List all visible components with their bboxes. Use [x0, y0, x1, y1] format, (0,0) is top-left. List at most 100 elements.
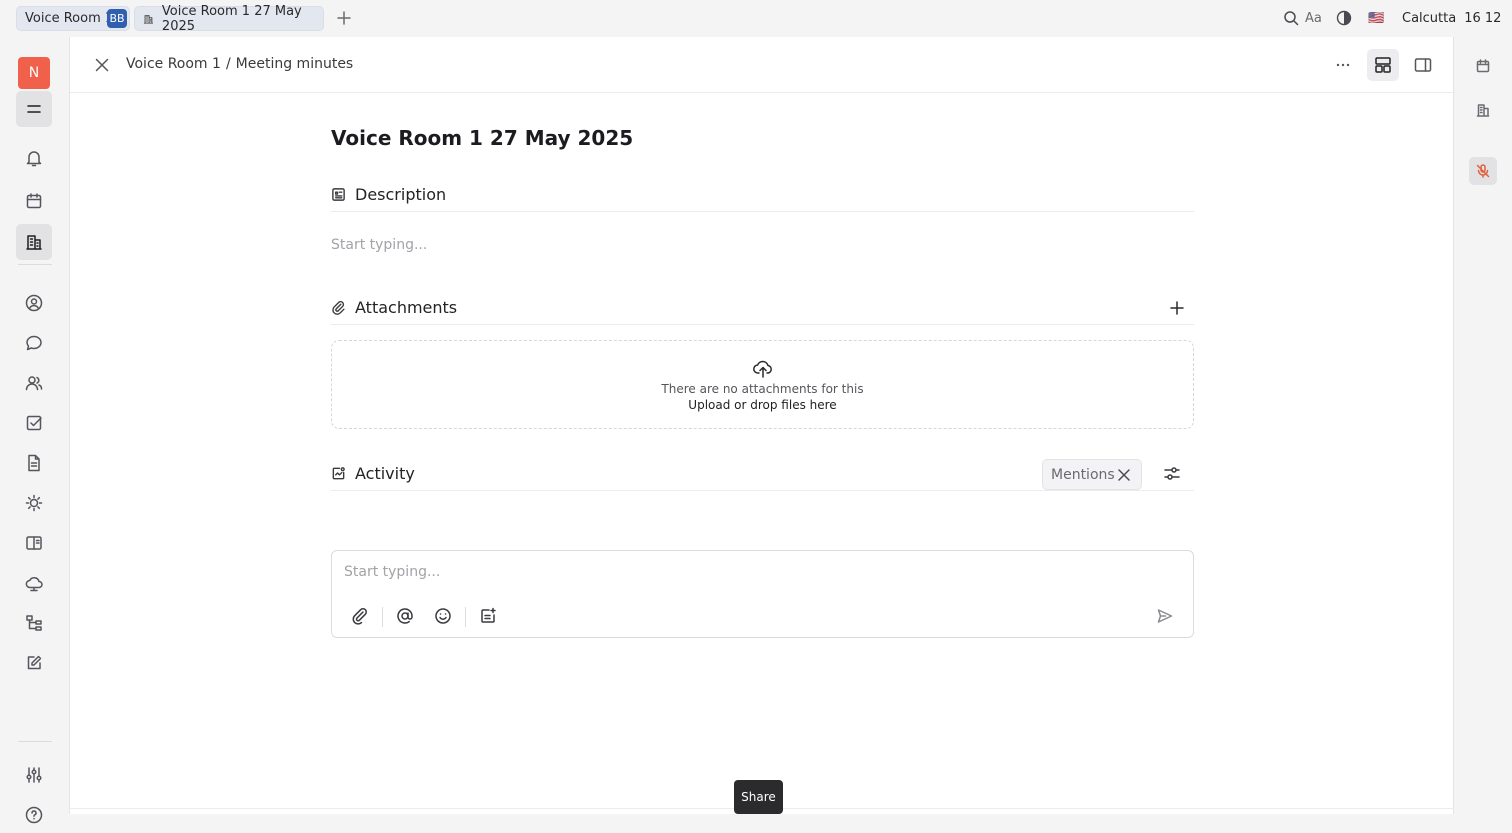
menu-button[interactable] — [16, 91, 52, 127]
paperclip-icon — [352, 608, 367, 625]
filter-settings-icon[interactable] — [1163, 465, 1181, 483]
upload-link[interactable]: Upload or drop files here — [332, 397, 1193, 413]
add-object-icon — [481, 607, 496, 623]
remove-filter-icon[interactable] — [1116, 467, 1132, 483]
smiley-icon — [435, 608, 451, 624]
layout-view-button[interactable] — [1367, 49, 1399, 81]
office-icon — [26, 235, 42, 250]
microphone-toggle[interactable] — [1469, 157, 1497, 185]
calendar-icon — [1476, 59, 1490, 73]
paperclip-icon — [332, 301, 345, 315]
world-clock[interactable]: Calcutta 16 12 — [1402, 0, 1501, 36]
activity-title: Activity — [355, 464, 415, 483]
sidebar-item-settings[interactable] — [16, 757, 52, 793]
sidebar-item-hierarchy[interactable] — [16, 605, 52, 641]
tab-label: Voice Room 1 — [25, 11, 114, 26]
side-panel-toggle[interactable] — [1407, 49, 1439, 81]
people-icon — [25, 376, 43, 391]
comment-input[interactable]: Start typing... — [344, 564, 440, 580]
send-button[interactable] — [1154, 605, 1176, 627]
office-icon — [1476, 104, 1490, 117]
sidebar-item-chat[interactable] — [16, 325, 52, 361]
sidebar-item-contacts[interactable] — [16, 285, 52, 321]
menu-icon — [27, 105, 41, 113]
calendar-icon — [26, 193, 42, 209]
checkbox-icon — [26, 415, 42, 431]
search-button[interactable] — [1283, 0, 1299, 36]
mic-off-icon — [1476, 164, 1490, 178]
description-icon — [332, 188, 345, 201]
more-icon — [1336, 63, 1350, 67]
sidebar-item-office[interactable] — [16, 224, 52, 260]
insert-object-button[interactable] — [477, 605, 499, 627]
no-attachments-text: There are no attachments for this — [661, 382, 864, 396]
sidebar-item-help[interactable] — [16, 797, 52, 833]
top-bar: Voice Room 1 BB Voice Room 1 27 May 2025… — [0, 0, 1512, 36]
breadcrumb: Voice Room 1 / Meeting minutes — [126, 56, 353, 72]
breadcrumb-room[interactable]: Voice Room 1 — [126, 56, 221, 72]
right-office-button[interactable] — [1469, 96, 1497, 124]
layout-icon — [1375, 57, 1391, 73]
add-tab-icon[interactable] — [336, 10, 352, 26]
description-title: Description — [355, 185, 447, 204]
sidebar-divider — [18, 264, 52, 265]
attach-file-button[interactable] — [349, 605, 371, 627]
tree-icon — [26, 615, 42, 631]
comment-editor[interactable]: Start typing... — [331, 550, 1194, 638]
toolbar-divider — [465, 607, 466, 627]
mentions-label: Mentions — [1051, 466, 1115, 483]
attachments-title: Attachments — [355, 298, 458, 317]
attachments-dropzone[interactable]: There are no attachments for this Upload… — [331, 340, 1194, 429]
sidebar-item-notifications[interactable] — [16, 140, 52, 176]
send-icon — [1157, 609, 1173, 623]
tab-voice-room[interactable]: Voice Room 1 BB — [16, 6, 130, 31]
sidebar-item-drive[interactable] — [16, 565, 52, 601]
share-tooltip: Share — [734, 780, 783, 814]
office-icon — [143, 14, 154, 24]
tab-meeting-minutes[interactable]: Voice Room 1 27 May 2025 — [134, 3, 324, 34]
sidebar-item-calendar[interactable] — [16, 183, 52, 219]
clock-time: 16 12 — [1464, 10, 1502, 26]
edit-icon — [27, 655, 42, 670]
document-icon — [28, 454, 40, 472]
theme-toggle[interactable] — [1336, 0, 1352, 36]
description-input[interactable]: Start typing... — [331, 237, 427, 253]
sidebar-item-people[interactable] — [16, 365, 52, 401]
upload-cloud-icon — [752, 360, 772, 378]
font-size-button[interactable]: Aa — [1305, 0, 1322, 36]
sidebar-item-documents[interactable] — [16, 445, 52, 481]
main-panel: Voice Room 1 / Meeting minutes Voice Roo… — [69, 37, 1455, 814]
activity-section-header: Activity Mentions — [331, 457, 1194, 491]
more-options-button[interactable] — [1327, 49, 1359, 81]
sidebar-divider — [18, 741, 52, 742]
mentions-filter-chip[interactable]: Mentions — [1042, 459, 1142, 490]
contact-icon — [25, 294, 43, 312]
close-button[interactable] — [86, 49, 118, 81]
sidebar-item-inbox[interactable] — [16, 485, 52, 521]
sidebar-item-tasks[interactable] — [16, 405, 52, 441]
sidebar-item-knowledge[interactable] — [16, 525, 52, 561]
workspace-avatar[interactable]: N — [18, 57, 50, 89]
mention-button[interactable] — [394, 605, 416, 627]
tab-label: Voice Room 1 27 May 2025 — [161, 3, 302, 34]
user-badge: BB — [107, 9, 127, 28]
toolbar-divider — [382, 607, 383, 627]
sun-icon — [25, 494, 43, 512]
book-icon — [26, 536, 42, 550]
page-title[interactable]: Voice Room 1 27 May 2025 — [331, 126, 633, 150]
attachments-section-header: Attachments — [331, 291, 1194, 325]
help-icon — [25, 806, 43, 824]
sidebar-item-notes[interactable] — [16, 645, 52, 681]
chat-icon — [26, 335, 42, 351]
bell-icon — [26, 151, 42, 167]
left-sidebar: N — [0, 37, 68, 824]
sliders-icon — [26, 767, 42, 783]
emoji-button[interactable] — [432, 605, 454, 627]
at-sign-icon — [397, 608, 413, 624]
activity-icon — [332, 467, 345, 480]
right-calendar-button[interactable] — [1469, 52, 1497, 80]
contrast-icon — [1336, 10, 1352, 26]
add-attachment-icon[interactable] — [1170, 301, 1184, 315]
language-flag[interactable]: 🇺🇸 — [1368, 0, 1384, 36]
breadcrumb-page[interactable]: Meeting minutes — [236, 56, 354, 72]
